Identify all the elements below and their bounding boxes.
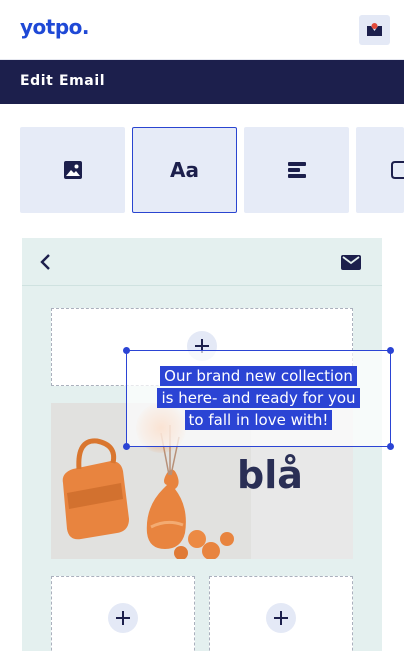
text-line: is here- and ready for you <box>157 388 360 408</box>
text-aa-icon: Aa <box>170 158 199 182</box>
selected-text-content[interactable]: Our brand new collection is here- and re… <box>127 365 390 431</box>
resize-handle-top-right[interactable] <box>387 347 394 354</box>
notification-bell-icon <box>367 23 382 36</box>
edit-email-title-bar: Edit Email <box>0 60 404 104</box>
hero-brand-text: blå <box>237 453 303 497</box>
add-block-plus-icon[interactable] <box>266 603 296 633</box>
square-icon <box>391 161 404 179</box>
empty-drop-zone-left[interactable] <box>51 576 195 651</box>
add-block-plus-icon[interactable] <box>108 603 138 633</box>
page-title: Edit Email <box>20 73 106 89</box>
block-tile-text[interactable]: Aa <box>132 127 237 213</box>
envelope-icon[interactable] <box>340 251 362 273</box>
notification-button[interactable] <box>359 15 390 45</box>
top-bar: yotpo. <box>0 0 404 60</box>
block-tile-paragraph[interactable] <box>244 127 349 213</box>
block-tile-image[interactable] <box>20 127 125 213</box>
resize-handle-bottom-left[interactable] <box>123 443 130 450</box>
selected-text-block[interactable]: Our brand new collection is here- and re… <box>123 347 394 450</box>
chevron-left-icon[interactable] <box>36 252 56 272</box>
resize-handle-top-left[interactable] <box>123 347 130 354</box>
block-tile-button[interactable] <box>356 127 404 213</box>
image-icon <box>63 161 82 179</box>
resize-handle-bottom-right[interactable] <box>387 443 394 450</box>
empty-drop-zone-right[interactable] <box>209 576 353 651</box>
text-line: to fall in love with! <box>184 410 333 430</box>
text-line: Our brand new collection <box>160 366 357 386</box>
yotpo-logo[interactable]: yotpo. <box>20 15 90 39</box>
align-left-icon <box>287 162 306 178</box>
editor-header <box>22 238 382 286</box>
